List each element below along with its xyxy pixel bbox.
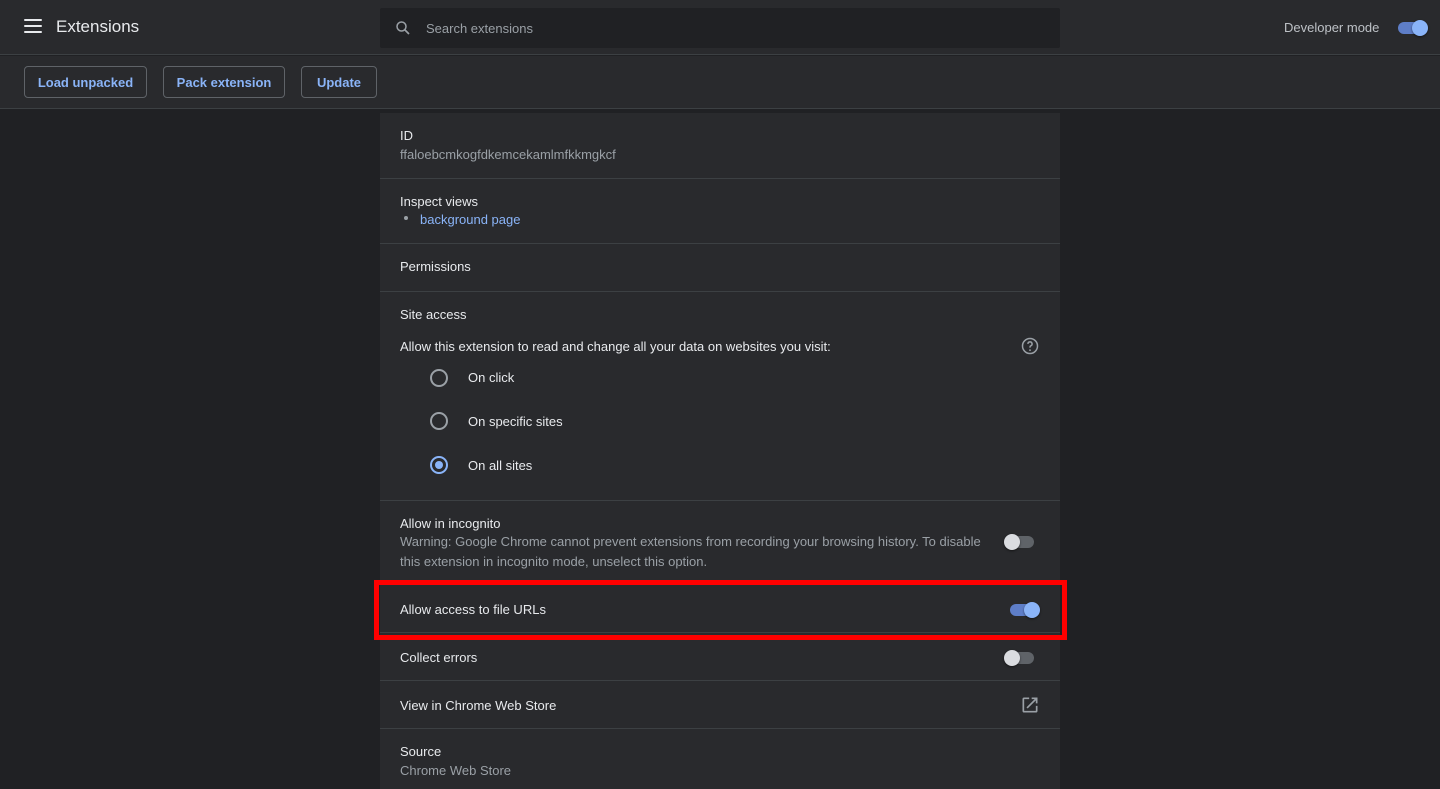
menu-icon[interactable] xyxy=(24,19,42,35)
web-store-row[interactable]: View in Chrome Web Store xyxy=(380,681,1060,729)
search-box[interactable] xyxy=(380,8,1060,48)
inspect-views-row: Inspect views background page xyxy=(380,179,1060,244)
page-title: Extensions xyxy=(56,17,140,36)
radio-label-on-specific-sites[interactable]: On specific sites xyxy=(468,414,563,429)
radio-on-click[interactable] xyxy=(430,369,448,387)
load-unpacked-button[interactable]: Load unpacked xyxy=(24,66,147,98)
extension-details-card: ID ffaloebcmkogfdkemcekamlmfkkmgkcf Insp… xyxy=(380,113,1060,789)
file-urls-label: Allow access to file URLs xyxy=(400,602,546,617)
pack-extension-button[interactable]: Pack extension xyxy=(163,66,285,98)
radio-on-all-sites[interactable] xyxy=(430,456,448,474)
file-urls-toggle[interactable] xyxy=(1008,600,1040,620)
top-bar: Extensions Developer mode xyxy=(0,0,1440,55)
radio-on-specific-sites[interactable] xyxy=(430,412,448,430)
collect-errors-label: Collect errors xyxy=(400,650,478,665)
help-icon[interactable] xyxy=(1020,336,1040,356)
source-label: Source xyxy=(400,744,442,759)
radio-label-on-all-sites[interactable]: On all sites xyxy=(468,458,532,473)
site-access-label: Site access xyxy=(400,307,467,322)
incognito-row: Allow in incognito Warning: Google Chrom… xyxy=(380,501,1060,585)
collect-errors-toggle[interactable] xyxy=(1004,648,1036,668)
permissions-label: Permissions xyxy=(400,259,471,274)
open-in-new-icon[interactable] xyxy=(1020,695,1040,715)
background-page-link[interactable]: background page xyxy=(420,210,520,230)
web-store-label[interactable]: View in Chrome Web Store xyxy=(400,698,556,713)
search-input[interactable] xyxy=(426,8,1046,48)
developer-mode-toggle[interactable] xyxy=(1396,18,1428,38)
update-button[interactable]: Update xyxy=(301,66,377,98)
developer-mode-label: Developer mode xyxy=(1284,20,1380,35)
id-row: ID ffaloebcmkogfdkemcekamlmfkkmgkcf xyxy=(380,113,1060,179)
incognito-toggle[interactable] xyxy=(1004,532,1036,552)
bullet-icon xyxy=(404,216,408,220)
dev-toolbar: Load unpacked Pack extension Update xyxy=(0,56,1440,109)
incognito-label: Allow in incognito xyxy=(400,516,501,531)
collect-errors-row: Collect errors xyxy=(380,633,1060,681)
inspect-views-label: Inspect views xyxy=(400,194,479,209)
radio-label-on-click[interactable]: On click xyxy=(468,370,514,385)
permissions-row: Permissions xyxy=(380,244,1060,292)
source-row: Source Chrome Web Store xyxy=(380,729,1060,789)
incognito-warning-line2: this extension in incognito mode, unsele… xyxy=(400,554,708,569)
incognito-warning-line1: Warning: Google Chrome cannot prevent ex… xyxy=(400,534,981,549)
site-access-row: Site access Allow this extension to read… xyxy=(380,292,1060,501)
search-icon xyxy=(396,21,410,35)
source-value: Chrome Web Store xyxy=(400,763,512,778)
site-access-prompt: Allow this extension to read and change … xyxy=(400,339,831,354)
id-label: ID xyxy=(400,128,413,143)
id-value: ffaloebcmkogfdkemcekamlmfkkmgkcf xyxy=(400,147,616,162)
file-urls-row: Allow access to file URLs xyxy=(380,585,1060,633)
